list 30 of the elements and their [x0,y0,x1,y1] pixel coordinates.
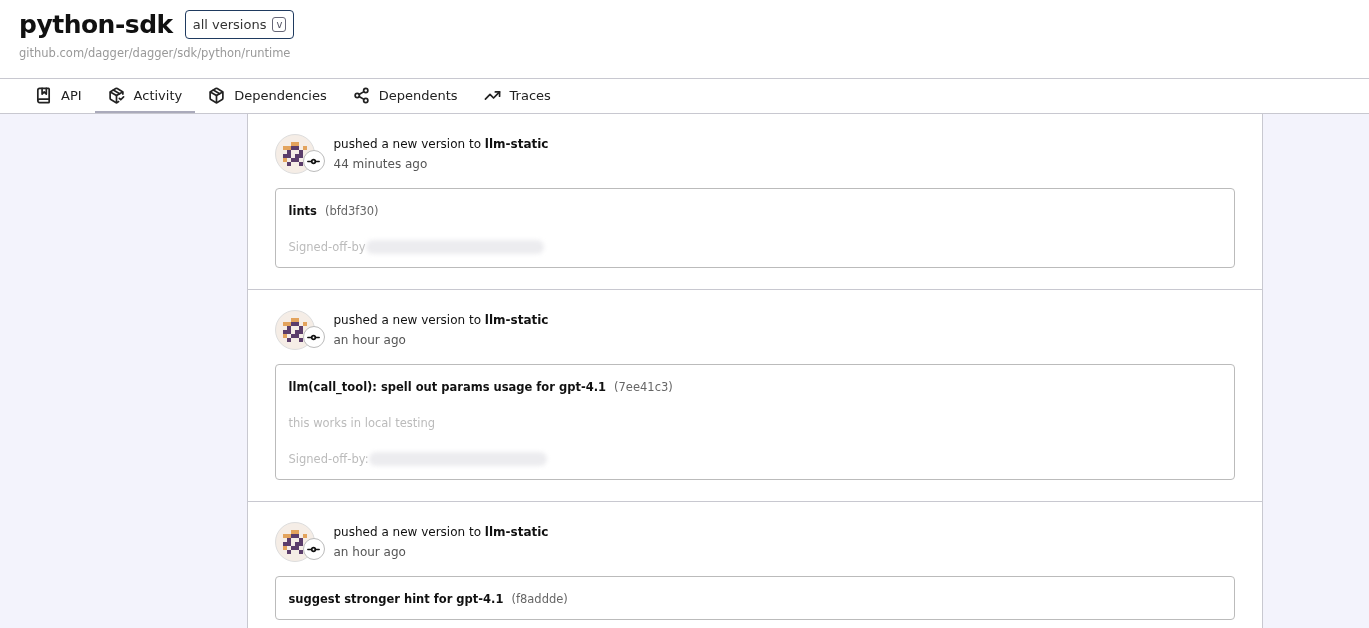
activity-text: pushed a new version to llm-static [333,137,549,151]
activity-text: pushed a new version to llm-static [333,525,549,539]
caret-icon: v [272,17,287,32]
book-icon [35,86,52,104]
nav-tab[interactable]: Traces [470,79,564,113]
commit-hash: (7ee41c3) [614,380,673,394]
commit-title: lints [288,204,317,218]
commit-message: this works in local testing [288,416,436,430]
pixel-avatar-icon [282,530,307,554]
nav-tab[interactable]: Dependents [339,79,471,113]
activity-time: an hour ago [333,545,407,559]
pixel-avatar-icon [282,142,307,166]
commit-hash: (bfd3f30) [324,204,379,218]
commit-message: Signed-off-by [288,240,366,254]
share-icon [352,86,370,104]
version-select[interactable]: all versions v [184,10,295,39]
commit-hash: (f8addde) [511,592,568,606]
nav-tab[interactable]: API [22,79,95,113]
package-icon [107,86,125,104]
nav-tab[interactable]: Dependencies [195,79,340,113]
activity-text: pushed a new version to llm-static [333,313,549,327]
activity-time: an hour ago [333,333,407,347]
package-title: python-sdk [19,10,173,39]
pixel-avatar-icon [282,318,307,342]
commit-title: llm(call_tool): spell out params usage for gpt-4.1 [288,380,607,394]
repo-path: github.com/dagger/dagger/sdk/python/runtime [19,46,292,60]
activity-time: 44 minutes ago [333,157,429,171]
package-icon [208,86,226,104]
commit-message: Signed-off-by: [288,452,369,466]
commit-title: suggest stronger hint for gpt-4.1 [288,592,504,606]
